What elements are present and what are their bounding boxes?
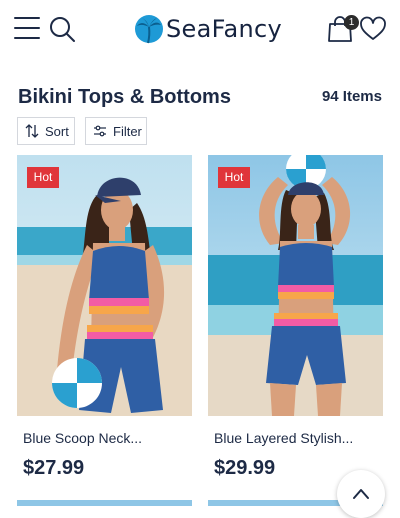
product-image[interactable]: Hot [208, 155, 383, 416]
product-price: $29.99 [214, 457, 276, 479]
next-product-image-peek [17, 500, 192, 506]
hot-badge: Hot [27, 167, 59, 188]
product-name[interactable]: Blue Layered Stylish... [214, 430, 353, 446]
sort-button[interactable]: Sort [17, 117, 75, 145]
filter-sliders-icon [94, 125, 106, 137]
top-header: SeaFancy 1 [0, 0, 400, 60]
scroll-to-top-button[interactable] [337, 470, 385, 518]
heart-icon[interactable] [360, 16, 386, 42]
item-count: 94 Items [321, 88, 382, 105]
hot-badge: Hot [218, 167, 250, 188]
product-card[interactable]: Hot Blue Layered Stylish... $29.99 [208, 155, 383, 506]
product-card[interactable]: Hot Blue Scoop Neck... $27.99 [17, 155, 192, 506]
chevron-up-icon [353, 489, 369, 499]
page-title: Bikini Tops & Bottoms [18, 86, 231, 108]
search-icon[interactable] [48, 15, 76, 43]
sort-icon [25, 124, 39, 138]
filter-button[interactable]: Filter [85, 117, 147, 145]
product-image[interactable]: Hot [17, 155, 192, 416]
sort-label: Sort [45, 123, 69, 139]
filter-label: Filter [113, 123, 142, 139]
product-name[interactable]: Blue Scoop Neck... [23, 430, 142, 446]
logo-text: SeaFancy [166, 15, 283, 43]
cart-count-badge: 1 [344, 15, 359, 30]
palm-logo-icon [135, 15, 163, 44]
menu-icon[interactable] [14, 17, 40, 39]
product-price: $27.99 [23, 457, 85, 479]
brand-logo[interactable]: SeaFancy [134, 12, 282, 46]
